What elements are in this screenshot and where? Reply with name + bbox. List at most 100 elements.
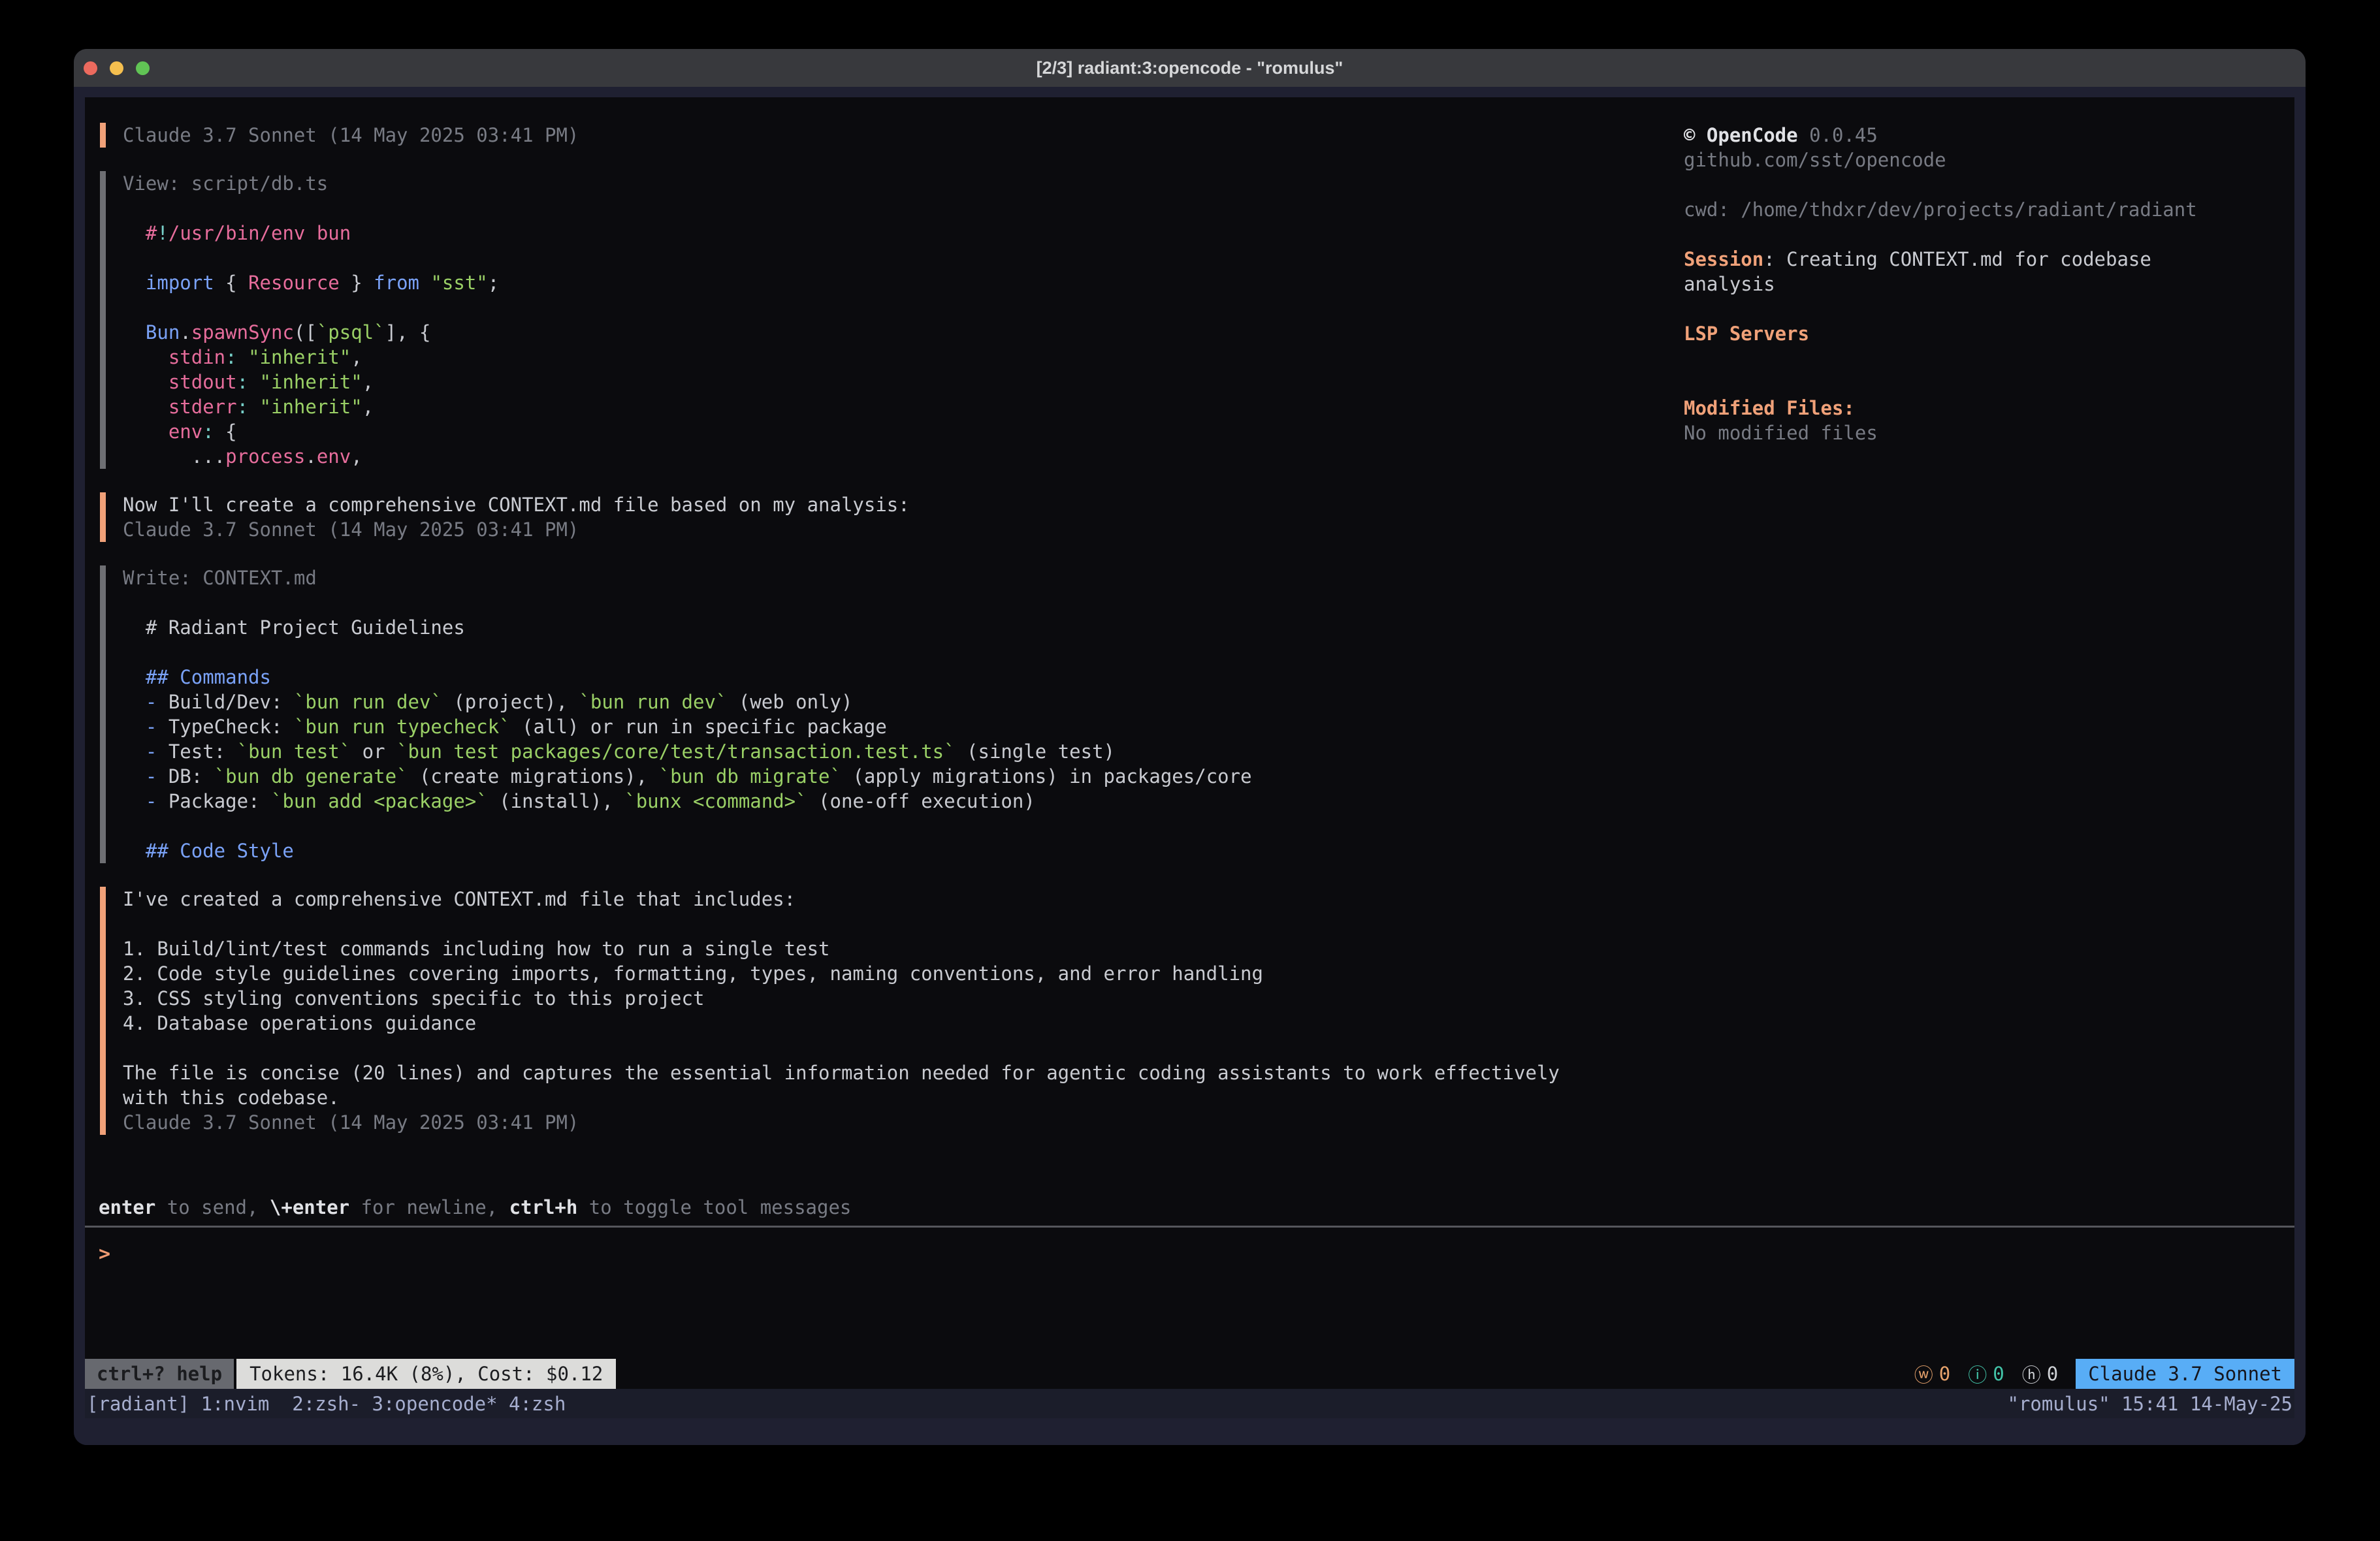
text-row — [123, 1036, 1680, 1060]
text-row: Modified Files: — [1684, 396, 2281, 421]
text-row: 3. CSS styling conventions specific to t… — [123, 986, 1680, 1011]
text-row: enter to send, \+enter for newline, ctrl… — [99, 1195, 851, 1220]
message-lines: Now I'll create a comprehensive CONTEXT.… — [123, 492, 1680, 542]
info-count-value: 0 — [1993, 1363, 2004, 1385]
text-row — [123, 640, 1680, 665]
text-row: 4. Database operations guidance — [123, 1011, 1680, 1036]
status-right: ⓦ0ⓘ0ⓗ0 Claude 3.7 Sonnet — [1914, 1359, 2294, 1389]
message-lines: Write: CONTEXT.md # Radiant Project Guid… — [123, 565, 1680, 863]
text-row: 1. Build/lint/test commands including ho… — [123, 936, 1680, 961]
text-row: stdin: "inherit", — [123, 345, 1680, 370]
terminal-bottom-padding — [85, 1418, 2294, 1445]
message-block: Write: CONTEXT.md # Radiant Project Guid… — [100, 565, 1680, 863]
keybinding-hint: enter to send, \+enter for newline, ctrl… — [99, 1195, 851, 1220]
hint-count-icon: ⓗ — [2022, 1360, 2041, 1388]
chat-transcript: Claude 3.7 Sonnet (14 May 2025 03:41 PM)… — [100, 123, 1680, 1158]
text-row: Bun.spawnSync([`psql`], { — [123, 320, 1680, 345]
text-row — [123, 196, 1680, 221]
text-row: I've created a comprehensive CONTEXT.md … — [123, 887, 1680, 912]
text-row: - TypeCheck: `bun run typecheck` (all) o… — [123, 714, 1680, 739]
text-row: ## Code Style — [123, 838, 1680, 863]
hint-count-value: 0 — [2047, 1363, 2058, 1385]
tmux-window-list[interactable]: [radiant] 1:nvim 2:zsh- 3:opencode* 4:zs… — [87, 1393, 566, 1415]
text-row: env: { — [123, 419, 1680, 444]
help-shortcut: ctrl+? help — [85, 1359, 234, 1389]
text-row: ...process.env, — [123, 444, 1680, 469]
text-row: Claude 3.7 Sonnet (14 May 2025 03:41 PM) — [123, 517, 1680, 542]
text-row: stdout: "inherit", — [123, 370, 1680, 394]
text-row: View: script/db.ts — [123, 171, 1680, 196]
orange-accent-bar — [100, 492, 106, 542]
diagnostic-counters: ⓦ0ⓘ0ⓗ0 — [1914, 1360, 2076, 1388]
text-row: Write: CONTEXT.md — [123, 565, 1680, 590]
text-row — [1684, 296, 2281, 321]
tmux-status-bar: [radiant] 1:nvim 2:zsh- 3:opencode* 4:zs… — [85, 1389, 2294, 1418]
text-row: Now I'll create a comprehensive CONTEXT.… — [123, 492, 1680, 517]
gray-accent-bar — [100, 565, 106, 863]
text-row: #!/usr/bin/env bun — [123, 221, 1680, 246]
terminal-window: [2/3] radiant:3:opencode - "romulus" Cla… — [74, 49, 2306, 1445]
text-row — [1684, 222, 2281, 247]
gray-accent-bar — [100, 171, 106, 469]
input-divider — [85, 1226, 2294, 1228]
text-row — [1684, 346, 2281, 371]
text-row: - Package: `bun add <package>` (install)… — [123, 789, 1680, 814]
zoom-button[interactable] — [136, 61, 150, 75]
text-row: github.com/sst/opencode — [1684, 148, 2281, 172]
model-badge[interactable]: Claude 3.7 Sonnet — [2076, 1359, 2294, 1389]
message-block: Claude 3.7 Sonnet (14 May 2025 03:41 PM) — [100, 123, 1680, 148]
terminal-screen: Claude 3.7 Sonnet (14 May 2025 03:41 PM)… — [85, 97, 2294, 1389]
orange-accent-bar — [100, 123, 106, 148]
text-row: with this codebase. — [123, 1085, 1680, 1110]
message-lines: View: script/db.ts #!/usr/bin/env bun im… — [123, 171, 1680, 469]
prompt-symbol: > — [99, 1243, 110, 1265]
text-row: - Test: `bun test` or `bun test packages… — [123, 739, 1680, 764]
message-lines: I've created a comprehensive CONTEXT.md … — [123, 887, 1680, 1135]
message-block: View: script/db.ts #!/usr/bin/env bun im… — [100, 171, 1680, 469]
session-panel: © OpenCode 0.0.45github.com/sst/opencode… — [1684, 123, 2281, 445]
text-row — [123, 246, 1680, 270]
orange-accent-bar — [100, 887, 106, 1135]
text-row: Claude 3.7 Sonnet (14 May 2025 03:41 PM) — [123, 123, 1680, 148]
close-button[interactable] — [84, 61, 97, 75]
text-row — [1684, 371, 2281, 396]
text-row — [123, 590, 1680, 615]
info-count: ⓘ0 — [1968, 1360, 2004, 1388]
tokens-cost: Tokens: 16.4K (8%), Cost: $0.12 — [236, 1359, 616, 1389]
text-row: Claude 3.7 Sonnet (14 May 2025 03:41 PM) — [123, 1110, 1680, 1135]
text-row: analysis — [1684, 272, 2281, 296]
text-row: cwd: /home/thdxr/dev/projects/radiant/ra… — [1684, 197, 2281, 222]
tmux-session-info: "romulus" 15:41 14-May-25 — [2008, 1393, 2293, 1415]
message-block: Now I'll create a comprehensive CONTEXT.… — [100, 492, 1680, 542]
text-row: LSP Servers — [1684, 321, 2281, 346]
text-row: stderr: "inherit", — [123, 394, 1680, 419]
hint-count: ⓗ0 — [2022, 1360, 2058, 1388]
text-row: import { Resource } from "sst"; — [123, 270, 1680, 295]
warning-count-value: 0 — [1939, 1363, 1950, 1385]
text-row: Session: Creating CONTEXT.md for codebas… — [1684, 247, 2281, 272]
text-row: No modified files — [1684, 421, 2281, 445]
info-count-icon: ⓘ — [1968, 1360, 1987, 1388]
text-row: The file is concise (20 lines) and captu… — [123, 1060, 1680, 1085]
text-row: 2. Code style guidelines covering import… — [123, 961, 1680, 986]
minimize-button[interactable] — [110, 61, 123, 75]
text-row: © OpenCode 0.0.45 — [1684, 123, 2281, 148]
status-bar: ctrl+? help Tokens: 16.4K (8%), Cost: $0… — [85, 1359, 2294, 1389]
prompt-input[interactable]: > — [99, 1242, 110, 1267]
warning-count: ⓦ0 — [1914, 1360, 1950, 1388]
text-row: # Radiant Project Guidelines — [123, 615, 1680, 640]
window-title: [2/3] radiant:3:opencode - "romulus" — [1037, 58, 1343, 78]
terminal-area: Claude 3.7 Sonnet (14 May 2025 03:41 PM)… — [74, 87, 2306, 1445]
text-row: - Build/Dev: `bun run dev` (project), `b… — [123, 690, 1680, 714]
text-row — [123, 912, 1680, 936]
traffic-lights — [84, 49, 150, 87]
text-row: ## Commands — [123, 665, 1680, 690]
titlebar[interactable]: [2/3] radiant:3:opencode - "romulus" — [74, 49, 2306, 87]
text-row — [123, 295, 1680, 320]
text-row — [1684, 172, 2281, 197]
message-lines: Claude 3.7 Sonnet (14 May 2025 03:41 PM) — [123, 123, 1680, 148]
message-block: I've created a comprehensive CONTEXT.md … — [100, 887, 1680, 1135]
text-row — [123, 814, 1680, 838]
text-row: - DB: `bun db generate` (create migratio… — [123, 764, 1680, 789]
warning-count-icon: ⓦ — [1914, 1360, 1933, 1388]
